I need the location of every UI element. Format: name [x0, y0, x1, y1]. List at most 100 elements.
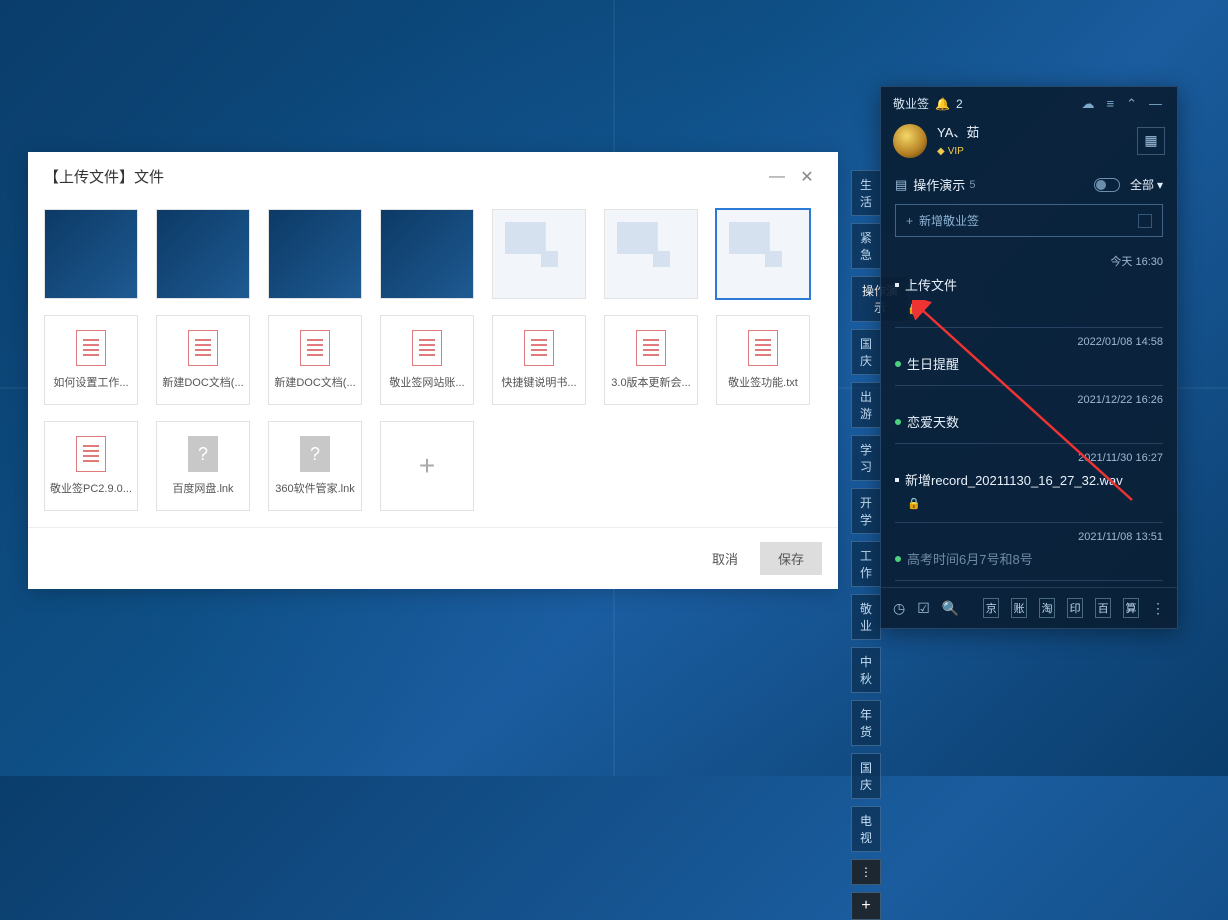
calendar-icon[interactable]: ▦	[1137, 127, 1165, 155]
category-row: ▤ 操作演示 5 全部▾	[881, 169, 1177, 204]
file-doc-6[interactable]: 3.0版本更新会...	[604, 315, 698, 405]
file-doc-7[interactable]: 敬业签功能.txt	[716, 315, 810, 405]
note-item[interactable]: 今天 16:30 上传文件 🔒	[895, 245, 1163, 328]
note-title: 新增record_20211130_16_27_32.wav	[895, 470, 1163, 489]
file-doc-8[interactable]: 敬业签PC2.9.0...	[44, 421, 138, 511]
plus-icon: +	[906, 214, 913, 228]
file-doc-4[interactable]: 敬业签网站账...	[380, 315, 474, 405]
file-doc-3[interactable]: 新建DOC文档(...	[268, 315, 362, 405]
tag-life[interactable]: 生活	[851, 170, 881, 216]
file-label: 敬业签PC2.9.0...	[49, 480, 133, 496]
document-icon	[412, 330, 442, 366]
current-category[interactable]: 操作演示	[913, 175, 965, 194]
note-time: 2021/12/22 16:26	[895, 394, 1163, 406]
note-item[interactable]: 2021/11/30 16:27 新增record_20211130_16_27…	[895, 444, 1163, 523]
plus-icon: +	[419, 450, 435, 482]
bullet-icon	[895, 283, 899, 287]
shortcut-baidu[interactable]: 百	[1095, 598, 1111, 618]
close-button[interactable]: ✕	[792, 167, 822, 187]
file-label: 敬业签功能.txt	[721, 374, 805, 390]
note-title: 上传文件	[895, 275, 1163, 294]
dialog-title: 【上传文件】文件	[44, 166, 762, 187]
file-thumb-5[interactable]	[492, 209, 586, 299]
bell-icon[interactable]: 🔔	[935, 97, 950, 111]
shortcut-calc[interactable]: 算	[1123, 598, 1139, 618]
tag-national2[interactable]: 国庆	[851, 753, 881, 799]
panel-minimize-icon[interactable]: —	[1146, 96, 1165, 111]
note-item[interactable]: 2021/11/08 13:51 高考时间6月7号和8号	[895, 523, 1163, 581]
file-doc-2[interactable]: 新建DOC文档(...	[156, 315, 250, 405]
note-title: 高考时间6月7号和8号	[895, 549, 1163, 568]
note-time: 2021/11/30 16:27	[895, 452, 1163, 464]
menu-icon[interactable]: ≡	[1104, 96, 1118, 111]
filter-dropdown[interactable]: 全部▾	[1130, 176, 1163, 193]
tag-travel[interactable]: 出游	[851, 382, 881, 428]
tag-school[interactable]: 开学	[851, 488, 881, 534]
file-label: 360软件管家.lnk	[273, 480, 357, 496]
tag-add[interactable]: +	[851, 892, 881, 920]
tag-mid[interactable]: 中秋	[851, 647, 881, 693]
file-doc-5[interactable]: 快捷键说明书...	[492, 315, 586, 405]
note-title: 生日提醒	[895, 354, 1163, 373]
file-thumb-4[interactable]	[380, 209, 474, 299]
category-count: 5	[969, 179, 975, 191]
file-doc-1[interactable]: 如何设置工作...	[44, 315, 138, 405]
file-lnk-1[interactable]: ?百度网盘.lnk	[156, 421, 250, 511]
tag-jy[interactable]: 敬业	[851, 594, 881, 640]
tag-tv[interactable]: 电视	[851, 806, 881, 852]
file-grid: 如何设置工作... 新建DOC文档(... 新建DOC文档(... 敬业签网站账…	[28, 201, 838, 527]
bullet-icon	[895, 478, 899, 482]
shortcut-tb[interactable]: 淘	[1039, 598, 1055, 618]
save-button[interactable]: 保存	[760, 542, 822, 575]
shortcut-acct[interactable]: 账	[1011, 598, 1027, 618]
dialog-titlebar: 【上传文件】文件 — ✕	[28, 152, 838, 201]
status-dot-icon	[895, 556, 901, 562]
avatar[interactable]	[893, 124, 927, 158]
minimize-button[interactable]: —	[762, 168, 792, 186]
file-label: 3.0版本更新会...	[609, 374, 693, 390]
note-item[interactable]: 2021/12/22 16:26 恋爱天数	[895, 386, 1163, 444]
tag-national[interactable]: 国庆	[851, 329, 881, 375]
user-row: YA、茹 ◆VIP ▦	[881, 118, 1177, 169]
document-icon	[76, 436, 106, 472]
file-thumb-1[interactable]	[44, 209, 138, 299]
file-label: 新建DOC文档(...	[161, 374, 245, 390]
lock-icon: 🔒	[907, 497, 1163, 510]
search-icon[interactable]: 🔍	[942, 600, 959, 617]
toggle-switch[interactable]	[1094, 178, 1120, 192]
cancel-button[interactable]: 取消	[702, 543, 748, 574]
tag-urgent[interactable]: 紧急	[851, 223, 881, 269]
add-note-input[interactable]: + 新增敬业签	[895, 204, 1163, 237]
cloud-sync-icon[interactable]: ☁	[1079, 96, 1098, 112]
file-thumb-7[interactable]	[716, 209, 810, 299]
file-thumb-3[interactable]	[268, 209, 362, 299]
more-icon[interactable]: ⋮	[1151, 600, 1165, 617]
shortcut-print[interactable]: 印	[1067, 598, 1083, 618]
collapse-icon[interactable]: ⌃	[1123, 96, 1140, 112]
note-time: 今天 16:30	[895, 253, 1163, 269]
file-lnk-2[interactable]: ? 360软件管家.lnk	[268, 421, 362, 511]
document-icon	[524, 330, 554, 366]
document-icon	[748, 330, 778, 366]
panel-footer: ◷ ☑ 🔍 京 账 淘 印 百 算 ⋮	[881, 587, 1177, 628]
chevron-down-icon: ▾	[1157, 178, 1163, 192]
expand-icon[interactable]	[1138, 214, 1152, 228]
file-thumb-2[interactable]	[156, 209, 250, 299]
checkbox-icon[interactable]: ☑	[917, 600, 930, 617]
tag-year[interactable]: 年货	[851, 700, 881, 746]
clock-icon[interactable]: ◷	[893, 600, 905, 617]
file-thumb-6[interactable]	[604, 209, 698, 299]
tag-work[interactable]: 工作	[851, 541, 881, 587]
tag-study[interactable]: 学习	[851, 435, 881, 481]
diamond-icon: ◆	[937, 146, 945, 157]
file-add-new[interactable]: +	[380, 421, 474, 511]
note-item[interactable]: 2022/01/08 14:58 生日提醒	[895, 328, 1163, 386]
add-placeholder: 新增敬业签	[919, 212, 979, 229]
shortcut-jd[interactable]: 京	[983, 598, 999, 618]
file-label: 快捷键说明书...	[497, 374, 581, 390]
document-icon	[76, 330, 106, 366]
tag-more[interactable]: ⋮	[851, 859, 881, 885]
note-time: 2021/11/08 13:51	[895, 531, 1163, 543]
unknown-file-icon: ?	[300, 436, 330, 472]
app-name: 敬业签	[893, 95, 929, 112]
